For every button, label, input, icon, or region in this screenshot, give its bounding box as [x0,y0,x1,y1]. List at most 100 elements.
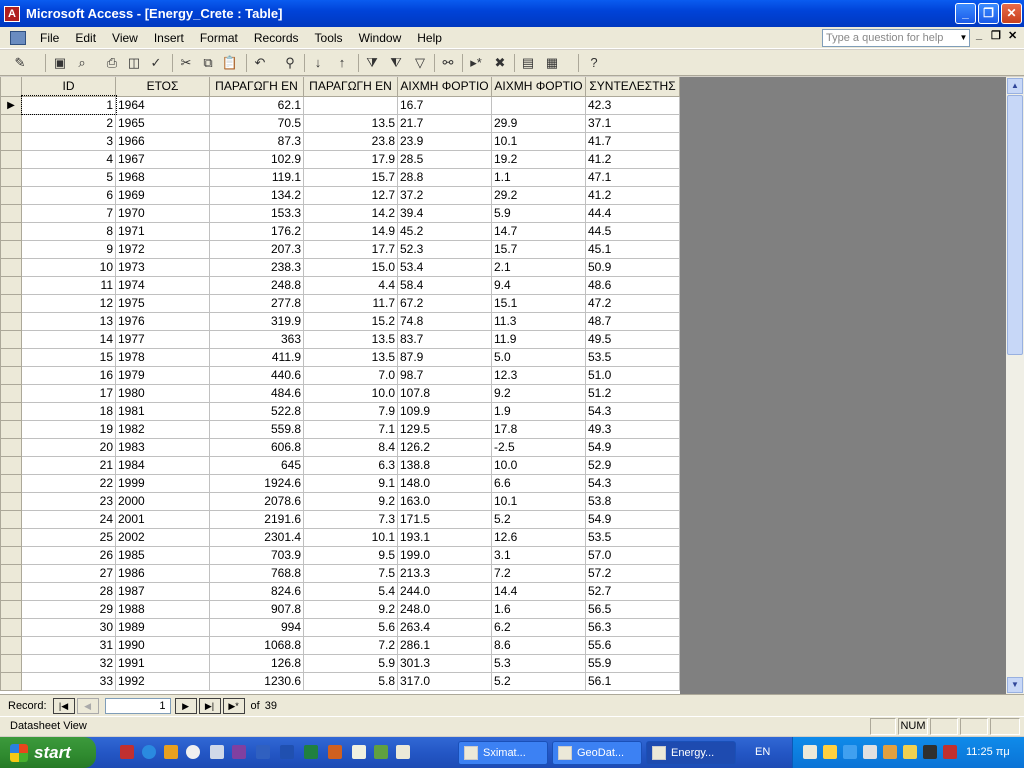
table-cell[interactable]: 49.5 [585,330,680,349]
table-cell[interactable]: 5.0 [491,348,586,367]
table-cell[interactable]: 15.0 [303,258,398,277]
table-cell[interactable]: 29.2 [491,186,586,205]
paste-icon[interactable]: 📋 [220,53,240,73]
table-cell[interactable] [303,96,398,115]
restore-button[interactable]: ❐ [978,3,999,24]
table-cell[interactable]: 12.7 [303,186,398,205]
row-selector[interactable] [0,563,22,583]
table-cell[interactable]: 153.3 [209,204,304,223]
table-cell[interactable]: 148.0 [397,474,492,493]
access-icon[interactable] [232,745,246,759]
table-cell[interactable]: 12 [21,294,116,313]
row-selector[interactable] [0,653,22,673]
table-cell[interactable]: 20 [21,438,116,457]
table-cell[interactable]: 15.7 [491,240,586,259]
table-cell[interactable]: 56.3 [585,618,680,637]
row-selector[interactable] [0,401,22,421]
row-selector[interactable] [0,491,22,511]
menu-view[interactable]: View [104,31,146,45]
row-selector[interactable] [0,365,22,385]
table-cell[interactable]: 37.1 [585,114,680,133]
row-selector[interactable] [0,275,22,295]
table-cell[interactable]: 134.2 [209,186,304,205]
table-cell[interactable]: 6.6 [491,474,586,493]
start-button[interactable]: start [0,737,96,768]
table-cell[interactable]: 7.1 [303,420,398,439]
task-energy[interactable]: Energy... [646,741,736,765]
table-cell[interactable]: 15.7 [303,168,398,187]
row-selector[interactable] [0,437,22,457]
table-cell[interactable]: 31 [21,636,116,655]
media-player-icon[interactable] [186,745,200,759]
table-cell[interactable]: 3 [21,132,116,151]
table-cell[interactable]: -2.5 [491,438,586,457]
table-cell[interactable]: 9.2 [491,384,586,403]
table-cell[interactable]: 1975 [115,294,210,313]
undo-icon[interactable]: ↶ [250,53,270,73]
table-cell[interactable]: 57.2 [585,564,680,583]
tray-icon-2[interactable] [823,745,837,759]
table-cell[interactable]: 4 [21,150,116,169]
table-cell[interactable]: 14.4 [491,582,586,601]
table-cell[interactable]: 74.8 [397,312,492,331]
row-selector[interactable] [0,347,22,367]
table-cell[interactable]: 213.3 [397,564,492,583]
table-cell[interactable]: 27 [21,564,116,583]
table-cell[interactable]: 5.6 [303,618,398,637]
table-cell[interactable]: 1987 [115,582,210,601]
table-cell[interactable]: 107.8 [397,384,492,403]
table-cell[interactable]: 263.4 [397,618,492,637]
table-cell[interactable]: 49.3 [585,420,680,439]
table-cell[interactable]: 14.9 [303,222,398,241]
col-header-coefficient[interactable]: ΣΥΝΤΕΛΕΣΤΗΣ [585,77,680,97]
menu-window[interactable]: Window [351,31,410,45]
table-cell[interactable]: 53.4 [397,258,492,277]
quicklaunch-app-icon[interactable] [120,745,134,759]
table-cell[interactable]: 8.4 [303,438,398,457]
col-header-production-1[interactable]: ΠΑΡΑΓΩΓΗ ΕΝ [209,77,304,97]
table-cell[interactable]: 559.8 [209,420,304,439]
word-icon[interactable] [280,745,294,759]
table-cell[interactable]: 13 [21,312,116,331]
col-header-year[interactable]: ΕΤΟΣ [115,77,210,97]
table-cell[interactable]: 1988 [115,600,210,619]
table-cell[interactable]: 5.4 [303,582,398,601]
table-cell[interactable]: 1982 [115,420,210,439]
col-header-peak-load-2[interactable]: ΑΙΧΜΗ ΦΟΡΤΙΟ [491,77,586,97]
scroll-up-icon[interactable]: ▲ [1007,78,1023,94]
table-cell[interactable]: 28.5 [397,150,492,169]
close-button[interactable]: ✕ [1001,3,1022,24]
row-selector[interactable] [0,419,22,439]
table-cell[interactable]: 87.3 [209,132,304,151]
table-cell[interactable]: 1985 [115,546,210,565]
table-cell[interactable]: 14 [21,330,116,349]
access-app-icon[interactable]: A [4,5,20,22]
new-record-nav-icon[interactable]: ▶* [222,697,245,714]
menu-edit[interactable]: Edit [67,31,104,45]
table-cell[interactable]: 484.6 [209,384,304,403]
table-cell[interactable]: 23 [21,492,116,511]
task-sximat[interactable]: Sximat... [458,741,548,765]
table-cell[interactable]: 1976 [115,312,210,331]
row-selector[interactable] [0,113,22,133]
table-cell[interactable]: 119.1 [209,168,304,187]
row-selector[interactable] [0,473,22,493]
table-cell[interactable]: 1968 [115,168,210,187]
table-cell[interactable]: 1 [20,95,117,115]
table-cell[interactable]: 7.3 [303,510,398,529]
table-cell[interactable]: 12.3 [491,366,586,385]
row-selector[interactable] [0,599,22,619]
table-cell[interactable]: 301.3 [397,654,492,673]
table-cell[interactable]: 5.9 [491,204,586,223]
table-cell[interactable]: 50.9 [585,258,680,277]
table-cell[interactable]: 102.9 [209,150,304,169]
table-cell[interactable]: 24 [21,510,116,529]
design-view-icon[interactable]: ✎ [10,53,30,73]
row-selector[interactable] [0,203,22,223]
table-cell[interactable]: 17.7 [303,240,398,259]
table-cell[interactable]: 16.7 [397,96,492,115]
menu-tools[interactable]: Tools [307,31,351,45]
table-cell[interactable]: 238.3 [209,258,304,277]
next-record-icon[interactable]: ▶ [174,697,197,714]
table-cell[interactable]: 11 [21,276,116,295]
